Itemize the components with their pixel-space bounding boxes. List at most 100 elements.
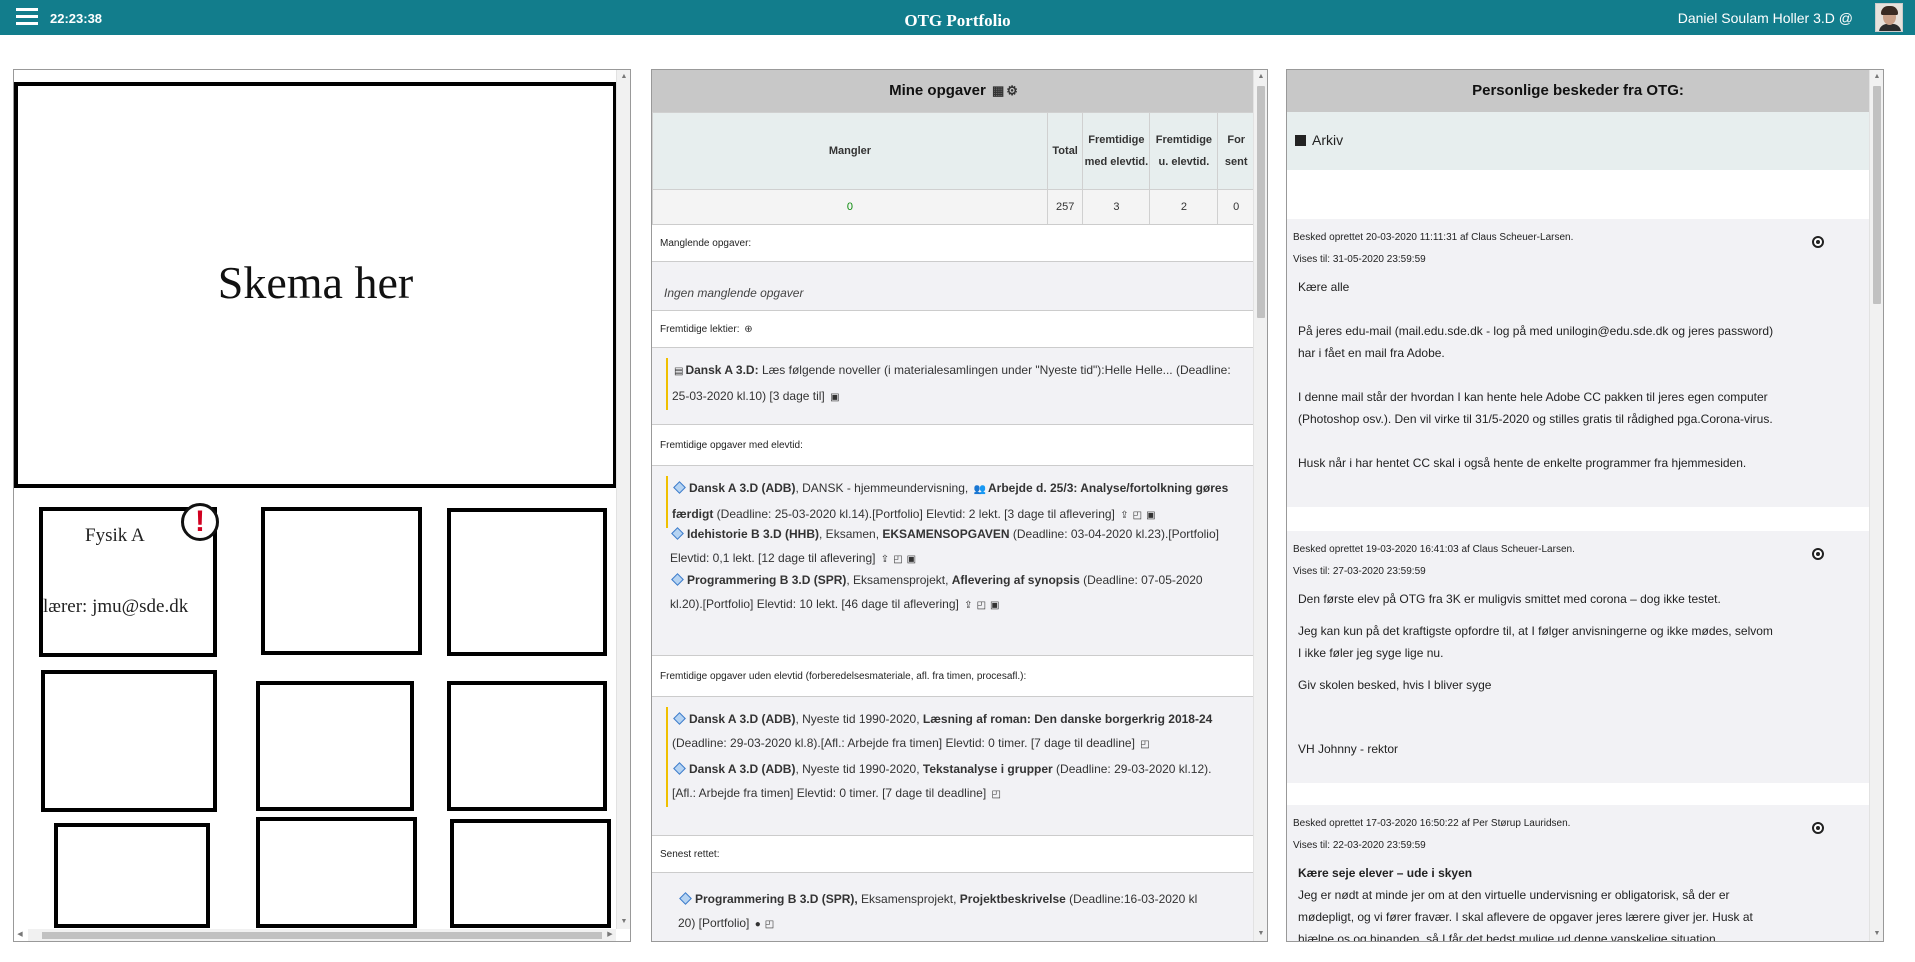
close-message-icon[interactable] — [1812, 236, 1824, 248]
without-time-list: Dansk A 3.D (ADB), Nyeste tid 1990-2020,… — [652, 697, 1255, 807]
open-icon[interactable]: ◰ — [765, 913, 774, 937]
task-item[interactable]: Programmering B 3.D (SPR), Eksamensproje… — [666, 568, 1241, 618]
scroll-down-arrow[interactable]: ▼ — [1254, 927, 1267, 941]
course-card[interactable] — [54, 823, 210, 928]
homework-list: ▤ Dansk A 3.D: Læs følgende noveller (i m… — [652, 348, 1255, 425]
task-diamond-icon — [673, 712, 686, 725]
recent-deadline: 20) [Portfolio] — [678, 916, 750, 930]
message-body: Kære alle På jeres edu-mail (mail.edu.sd… — [1298, 276, 1858, 474]
tasks-header: Mine opgaver ▦ ⚙ — [652, 70, 1255, 112]
task-course: Dansk A 3.D (ADB) — [689, 481, 796, 495]
scroll-down-arrow[interactable]: ▼ — [617, 915, 630, 929]
plus-circle-icon[interactable]: ⊕ — [744, 324, 752, 335]
course-card[interactable] — [256, 681, 414, 811]
col-header-late: For sent — [1217, 112, 1255, 190]
message-line: Den første elev på OTG fra 3K er muligvi… — [1298, 592, 1721, 606]
task-title: EKSAMENSOPGAVEN — [882, 527, 1010, 541]
task-post: (Deadline: 07-05-2020 — [1079, 573, 1203, 587]
calendar-add-icon[interactable]: ▣ — [830, 386, 839, 410]
course-card[interactable] — [261, 507, 422, 655]
scroll-up-arrow[interactable]: ▲ — [617, 70, 630, 84]
future-without-count: 2 — [1149, 189, 1219, 225]
message-line: (Photoshop osv.). Den vil virke til 31/5… — [1298, 412, 1773, 426]
course-card[interactable] — [41, 670, 217, 812]
scroll-thumb[interactable] — [42, 932, 602, 939]
tasks-title: Mine opgaver — [889, 82, 986, 99]
scroll-thumb[interactable] — [1873, 86, 1881, 304]
section-with-time: Fremtidige opgaver med elevtid: — [652, 424, 1255, 466]
task-deadline: (Deadline: 25-03-2020 kl.14).[Portfolio]… — [713, 507, 1115, 521]
settings-icon[interactable]: ⚙ — [1006, 70, 1018, 112]
col-header-future-with: Fremtidige med elevtid. — [1082, 112, 1151, 190]
calendar-add-icon[interactable]: ▣ — [990, 594, 999, 618]
no-missing-text: Ingen manglende opgaver — [664, 286, 804, 300]
task-diamond-icon — [671, 527, 684, 540]
upload-icon[interactable]: ⇪ — [964, 594, 972, 618]
close-message-icon[interactable] — [1812, 548, 1824, 560]
open-icon[interactable]: ◰ — [992, 783, 1001, 807]
schedule-panel: Skema her Fysik A lærer: jmu@sde.dk ! ▲ … — [13, 69, 631, 942]
vertical-scrollbar[interactable]: ▲ ▼ — [616, 70, 630, 929]
task-item[interactable]: Idehistorie B 3.D (HHB), Eksamen, EKSAME… — [666, 522, 1241, 572]
task-course: Dansk A 3.D (ADB) — [689, 762, 796, 776]
task-course: Programmering B 3.D (SPR) — [687, 573, 847, 587]
recent-list: Programmering B 3.D (SPR), Eksamensproje… — [652, 873, 1255, 941]
calendar-icon[interactable]: ▦ — [992, 70, 1004, 112]
recent-pre: Eksamensprojekt, — [857, 892, 957, 906]
course-card[interactable] — [450, 819, 611, 928]
scroll-right-arrow[interactable]: ▶ — [604, 929, 616, 941]
course-card[interactable] — [447, 681, 607, 811]
vertical-scrollbar[interactable]: ▲ ▼ — [1869, 70, 1883, 941]
recent-post: (Deadline:16-03-2020 kl — [1065, 892, 1198, 906]
total-count: 257 — [1046, 189, 1084, 225]
task-diamond-icon — [673, 481, 686, 494]
scroll-up-arrow[interactable]: ▲ — [1870, 70, 1883, 84]
course-card[interactable] — [447, 508, 607, 656]
open-icon[interactable]: ◰ — [1140, 733, 1149, 757]
task-item[interactable]: Dansk A 3.D (ADB), Nyeste tid 1990-2020,… — [666, 707, 1241, 757]
recent-title: Projektbeskrivelse — [959, 892, 1066, 906]
vertical-scrollbar[interactable]: ▲ ▼ — [1253, 70, 1267, 941]
task-deadline: [Afl.: Arbejde fra timen] Elevtid: 0 tim… — [672, 786, 987, 800]
course-name: Fysik A — [85, 525, 145, 546]
late-count: 0 — [1217, 189, 1255, 225]
open-icon[interactable]: ◰ — [977, 594, 986, 618]
message-body: Kære seje elever – ude i skyen Jeg er nø… — [1298, 862, 1858, 942]
tasks-panel: Mine opgaver ▦ ⚙ Mangler Total Fremtidige… — [651, 69, 1268, 942]
homework-item[interactable]: ▤ Dansk A 3.D: Læs følgende noveller (i m… — [666, 358, 1241, 410]
alert-icon[interactable]: ! — [181, 503, 219, 541]
task-title: Arbejde d. 25/3: Analyse/fortolkning gør… — [988, 481, 1229, 495]
course-card[interactable] — [256, 817, 417, 928]
task-item[interactable]: Dansk A 3.D (ADB), DANSK - hjemmeundervi… — [666, 476, 1241, 528]
section-homework: Fremtidige lektier: ⊕ — [652, 310, 1255, 348]
archive-link[interactable]: Arkiv — [1287, 112, 1869, 170]
task-title-cont: færdigt — [672, 507, 714, 521]
scroll-left-arrow[interactable]: ◀ — [14, 929, 26, 941]
tasks-summary-table: Mangler Total Fremtidige med elevtid. Fr… — [652, 112, 1255, 225]
message-line: Giv skolen besked, hvis I bliver syge — [1298, 678, 1492, 692]
horizontal-scrollbar[interactable]: ◀ ▶ — [17, 929, 616, 941]
task-diamond-icon — [673, 762, 686, 775]
user-name[interactable]: Daniel Soulam Holler 3.D @ — [1678, 10, 1853, 26]
avatar[interactable] — [1875, 3, 1903, 32]
message-line: Husk når i har hentet CC skal i også hen… — [1298, 456, 1747, 470]
scroll-up-arrow[interactable]: ▲ — [1254, 70, 1267, 84]
homework-deadline: 25-03-2020 kl.10) [3 dage til] — [672, 389, 825, 403]
task-item[interactable]: Dansk A 3.D (ADB), Nyeste tid 1990-2020,… — [666, 757, 1241, 807]
message-line: hjælpe os og hinanden, så I får det beds… — [1298, 932, 1719, 942]
message-line: I denne mail står der hvordan I kan hent… — [1298, 390, 1768, 404]
recent-item[interactable]: Programmering B 3.D (SPR), Eksamensproje… — [674, 887, 1249, 937]
close-message-icon[interactable] — [1812, 822, 1824, 834]
message-visible-until: Vises til: 22-03-2020 23:59:59 — [1293, 840, 1426, 851]
course-card-fysik[interactable]: Fysik A lærer: jmu@sde.dk ! — [39, 503, 219, 657]
message-line: I ikke føler jeg syge lige nu. — [1298, 646, 1444, 660]
scroll-down-arrow[interactable]: ▼ — [1870, 927, 1883, 941]
task-course: Idehistorie B 3.D (HHB) — [687, 527, 820, 541]
comment-icon[interactable]: ● — [755, 913, 761, 937]
message-card: Besked oprettet 20-03-2020 11:11:31 af C… — [1287, 219, 1869, 507]
top-bar: 22:23:38 OTG Portfolio Daniel Soulam Hol… — [0, 0, 1915, 35]
message-created: Besked oprettet 19-03-2020 16:41:03 af C… — [1293, 544, 1575, 555]
task-diamond-icon — [679, 892, 692, 905]
scroll-thumb[interactable] — [1257, 86, 1265, 318]
message-heading: Kære seje elever – ude i skyen — [1298, 866, 1473, 880]
